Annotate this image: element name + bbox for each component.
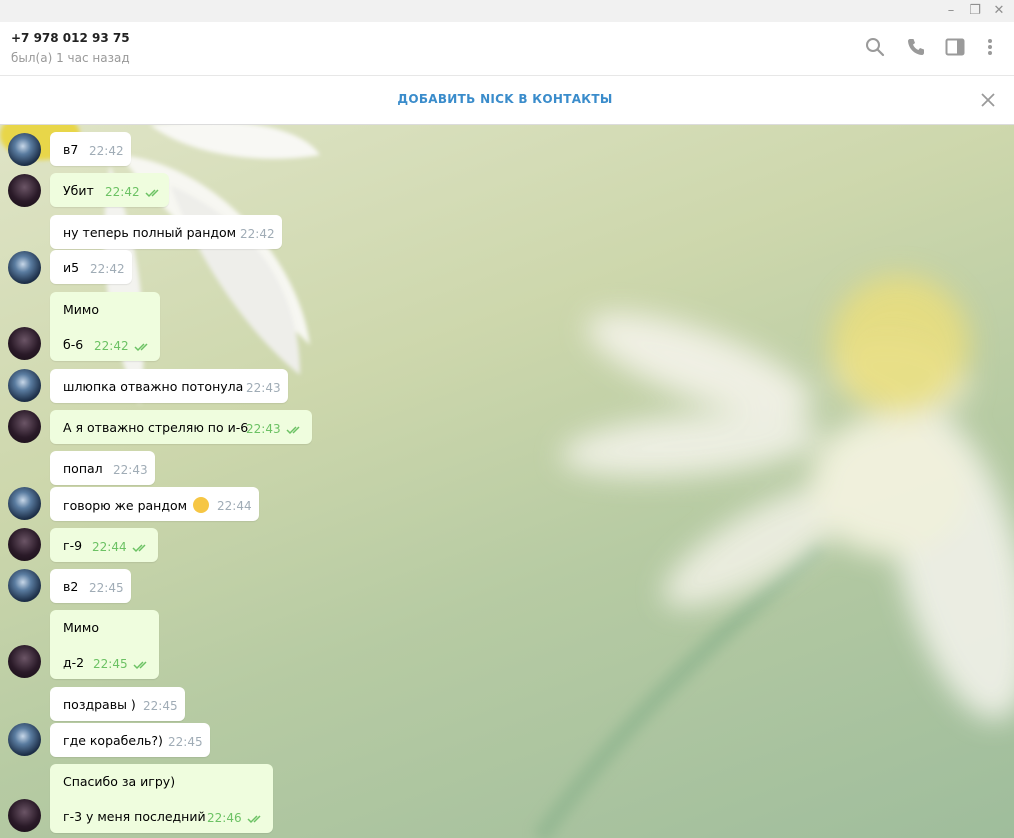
read-checkmark-icon	[133, 661, 147, 670]
chat-history[interactable]: в7 22:42 Убит 22:42 ну теперь полный ран…	[0, 125, 1014, 838]
message-bubble[interactable]: попал 22:43	[50, 451, 155, 485]
close-icon[interactable]	[980, 92, 996, 108]
message-bubble[interactable]: шлюпка отважно потонула 22:43	[50, 369, 288, 403]
message-time: 22:42	[240, 227, 275, 241]
add-contact-button[interactable]: ДОБАВИТЬ NICK В КОНТАКТЫ	[0, 92, 1010, 106]
message-time: 22:44	[217, 499, 252, 513]
message-time: 22:43	[246, 381, 281, 395]
message-bubble[interactable]: где корабель?) 22:45	[50, 723, 210, 757]
message-time: 22:42	[89, 144, 124, 158]
message-text: Убит	[63, 183, 94, 198]
message-time: 22:46	[207, 811, 242, 825]
message-text: Мимо	[63, 302, 99, 317]
message-text: говорю же рандом	[63, 498, 188, 513]
avatar[interactable]	[8, 251, 41, 284]
message-bubble[interactable]: г-9 22:44	[50, 528, 158, 562]
message-bubble[interactable]: ну теперь полный рандом 22:42	[50, 215, 282, 249]
close-window-button[interactable]: ✕	[990, 2, 1008, 20]
message-bubble[interactable]: А я отважно стреляю по и-6 22:43	[50, 410, 312, 444]
message-text: Спасибо за игру)	[63, 774, 176, 789]
search-icon[interactable]	[864, 36, 886, 58]
minimize-button[interactable]: –	[942, 2, 960, 20]
avatar[interactable]	[8, 723, 41, 756]
avatar[interactable]	[8, 410, 41, 443]
read-checkmark-icon	[134, 343, 148, 352]
avatar[interactable]	[8, 528, 41, 561]
message-bubble[interactable]: Спасибо за игру) г-3 у меня последний 22…	[50, 764, 273, 833]
read-checkmark-icon	[247, 815, 261, 824]
message-time: 22:45	[93, 657, 128, 671]
message-text-line2: д-2	[63, 655, 85, 670]
read-checkmark-icon	[145, 189, 159, 198]
message-text: ну теперь полный рандом	[63, 225, 237, 240]
message-text: Мимо	[63, 620, 99, 635]
message-text-line2: г-3 у меня последний	[63, 809, 206, 824]
message-text: поздравы )	[63, 697, 136, 712]
message-time: 22:44	[92, 540, 127, 554]
message-time: 22:42	[94, 339, 129, 353]
message-text: г-9	[63, 538, 83, 553]
avatar[interactable]	[8, 369, 41, 402]
message-bubble[interactable]: поздравы ) 22:45	[50, 687, 185, 721]
sidebar-toggle-icon[interactable]	[944, 36, 966, 58]
peer-name[interactable]: +7 978 012 93 75	[11, 31, 130, 45]
message-bubble[interactable]: в2 22:45	[50, 569, 131, 603]
peer-status: был(а) 1 час назад	[11, 51, 130, 65]
message-time: 22:43	[246, 422, 281, 436]
chat-header: +7 978 012 93 75 был(а) 1 час назад	[0, 22, 1014, 76]
message-text: А я отважно стреляю по и-6	[63, 420, 249, 435]
message-bubble[interactable]: говорю же рандом 22:44	[50, 487, 259, 521]
read-checkmark-icon	[286, 426, 300, 435]
message-bubble[interactable]: Убит 22:42	[50, 173, 169, 207]
message-time: 22:42	[105, 185, 140, 199]
avatar[interactable]	[8, 799, 41, 832]
add-contact-banner: ДОБАВИТЬ NICK В КОНТАКТЫ	[0, 76, 1014, 125]
message-bubble[interactable]: и5 22:42	[50, 250, 132, 284]
avatar[interactable]	[8, 327, 41, 360]
message-text-wrap: говорю же рандом	[63, 497, 210, 513]
message-text: в7	[63, 142, 79, 157]
message-text: шлюпка отважно потонула	[63, 379, 244, 394]
more-vertical-icon[interactable]	[979, 36, 1001, 58]
message-text: где корабель?)	[63, 733, 163, 748]
message-bubble[interactable]: Мимо б-6 22:42	[50, 292, 160, 361]
phone-icon[interactable]	[905, 36, 927, 58]
message-time: 22:45	[168, 735, 203, 749]
window-titlebar: – ❐ ✕	[0, 0, 1014, 22]
message-time: 22:42	[90, 262, 125, 276]
maximize-button[interactable]: ❐	[966, 2, 984, 20]
laughing-tears-emoji	[193, 497, 210, 513]
message-text: попал	[63, 461, 103, 476]
message-time: 22:45	[89, 581, 124, 595]
avatar[interactable]	[8, 487, 41, 520]
message-text: в2	[63, 579, 79, 594]
avatar[interactable]	[8, 133, 41, 166]
message-text-line2: б-6	[63, 337, 84, 352]
message-bubble[interactable]: в7 22:42	[50, 132, 131, 166]
avatar[interactable]	[8, 645, 41, 678]
avatar[interactable]	[8, 174, 41, 207]
message-time: 22:43	[113, 463, 148, 477]
message-time: 22:45	[143, 699, 178, 713]
avatar[interactable]	[8, 569, 41, 602]
message-text: и5	[63, 260, 80, 275]
message-bubble[interactable]: Мимо д-2 22:45	[50, 610, 159, 679]
read-checkmark-icon	[132, 544, 146, 553]
